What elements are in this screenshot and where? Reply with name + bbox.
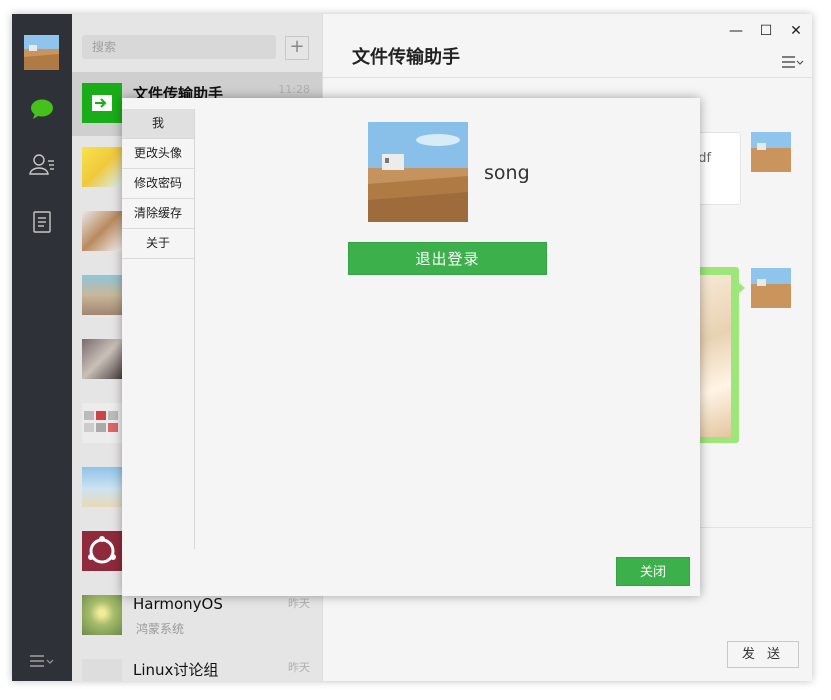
ubuntu-avatar: [82, 531, 122, 571]
chat-avatar: [82, 467, 122, 507]
left-nav-bar: [12, 14, 72, 681]
close-window-icon[interactable]: ✕: [786, 22, 806, 40]
chat-icon[interactable]: [28, 96, 56, 124]
search-input[interactable]: 搜索: [82, 35, 276, 59]
header-divider: [323, 77, 812, 78]
menu-item-change-password[interactable]: 修改密码: [122, 169, 194, 199]
settings-menu: 我 更改头像 修改密码 清除缓存 关于: [122, 109, 195, 549]
settings-menu-icon[interactable]: [28, 653, 56, 669]
chat-avatar: [82, 147, 122, 187]
chat-preview: 鸿蒙系统: [136, 622, 185, 636]
contacts-icon[interactable]: [28, 150, 56, 178]
chat-avatar: [82, 403, 122, 443]
menu-item-about[interactable]: 关于: [122, 229, 194, 259]
chat-avatar: [82, 659, 122, 681]
chat-avatar: [82, 339, 122, 379]
chat-name: HarmonyOS: [133, 595, 223, 613]
bubble-arrow: [738, 282, 745, 294]
chat-avatar: [82, 275, 122, 315]
maximize-icon[interactable]: ☐: [756, 22, 776, 40]
user-avatar[interactable]: [24, 35, 59, 70]
chat-avatar: [82, 595, 122, 635]
menu-item-change-avatar[interactable]: 更改头像: [122, 139, 194, 169]
menu-item-clear-cache[interactable]: 清除缓存: [122, 199, 194, 229]
chat-time: 昨天: [288, 661, 310, 674]
profile-username: song: [484, 162, 530, 184]
favorites-icon[interactable]: [28, 208, 56, 236]
chat-avatar: [82, 211, 122, 251]
settings-dialog: 我 更改头像 修改密码 清除缓存 关于 song 退出登录 关闭: [122, 98, 700, 596]
message-avatar: [751, 132, 791, 172]
profile-avatar: [368, 122, 468, 222]
send-button[interactable]: 发 送: [727, 641, 799, 668]
chat-menu-icon[interactable]: [781, 55, 805, 69]
chat-time: 11:28: [278, 83, 310, 96]
message-avatar: [751, 268, 791, 308]
close-dialog-button[interactable]: 关闭: [616, 557, 690, 586]
file-transfer-avatar: [82, 83, 122, 123]
menu-item-me[interactable]: 我: [122, 109, 194, 139]
logout-button[interactable]: 退出登录: [348, 242, 547, 275]
chat-title: 文件传输助手: [352, 47, 460, 68]
chat-item-linux[interactable]: Linux讨论组 昨天: [72, 648, 322, 681]
minimize-icon[interactable]: —: [726, 22, 746, 40]
chat-name: Linux讨论组: [133, 661, 219, 679]
add-chat-button[interactable]: +: [285, 36, 309, 60]
chat-time: 昨天: [288, 597, 310, 610]
